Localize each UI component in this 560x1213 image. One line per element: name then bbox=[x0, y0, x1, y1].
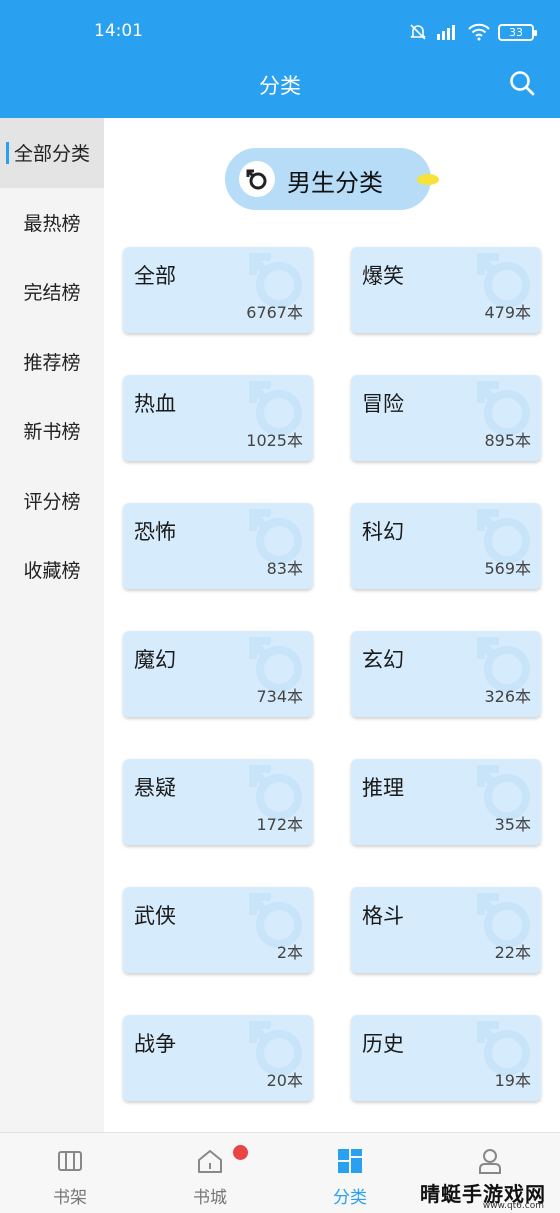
sidebar-item-all-categories[interactable]: 全部分类 bbox=[0, 118, 104, 188]
category-count: 2本 bbox=[276, 943, 303, 962]
tab-bookshelf[interactable]: 书架 bbox=[0, 1133, 140, 1213]
sidebar-item-favorites[interactable]: 收藏榜 bbox=[0, 535, 104, 605]
category-count: 22本 bbox=[494, 943, 531, 962]
category-panel: 男生分类 全部 6767本 爆笑 479本 热血 1025本 冒险 895本 恐… bbox=[104, 118, 560, 1132]
sidebar-item-completed[interactable]: 完结榜 bbox=[0, 257, 104, 327]
category-card[interactable]: 全部 6767本 bbox=[123, 247, 313, 333]
category-name: 科幻 bbox=[362, 520, 404, 544]
nav-label: 书城 bbox=[193, 1188, 227, 1208]
category-name: 格斗 bbox=[362, 904, 404, 928]
tab-category[interactable]: 分类 bbox=[280, 1133, 420, 1213]
gender-label: 男生分类 bbox=[287, 169, 383, 197]
sidebar-item-label: 收藏榜 bbox=[23, 560, 81, 583]
sidebar: 全部分类 最热榜 完结榜 推荐榜 新书榜 评分榜 收藏榜 bbox=[0, 118, 104, 1132]
category-count: 1025本 bbox=[246, 431, 303, 450]
category-name: 热血 bbox=[134, 392, 176, 416]
top-bar: 14:01 33 分类 bbox=[0, 0, 560, 118]
category-count: 83本 bbox=[266, 559, 303, 578]
sidebar-item-label: 新书榜 bbox=[23, 421, 81, 444]
category-count: 479本 bbox=[484, 303, 531, 322]
category-name: 全部 bbox=[134, 264, 176, 288]
category-name: 玄幻 bbox=[362, 648, 404, 672]
category-count: 35本 bbox=[494, 815, 531, 834]
mute-icon bbox=[410, 24, 426, 40]
user-icon bbox=[479, 1149, 501, 1174]
sidebar-item-hottest[interactable]: 最热榜 bbox=[0, 188, 104, 258]
category-card[interactable]: 魔幻 734本 bbox=[123, 631, 313, 717]
page-title: 分类 bbox=[259, 74, 301, 98]
category-count: 20本 bbox=[266, 1071, 303, 1090]
category-card[interactable]: 爆笑 479本 bbox=[351, 247, 541, 333]
sidebar-item-label: 最热榜 bbox=[23, 212, 81, 235]
sidebar-item-new-books[interactable]: 新书榜 bbox=[0, 396, 104, 466]
tab-bookstore[interactable]: 书城 bbox=[140, 1133, 280, 1213]
wifi-icon bbox=[468, 23, 490, 41]
battery-indicator: 33 bbox=[498, 23, 537, 41]
home-icon bbox=[198, 1150, 222, 1173]
category-grid-icon bbox=[338, 1149, 362, 1173]
category-count: 19本 bbox=[494, 1071, 531, 1090]
category-card[interactable]: 武侠 2本 bbox=[123, 887, 313, 973]
sidebar-item-label: 推荐榜 bbox=[23, 351, 81, 374]
category-name: 历史 bbox=[362, 1032, 404, 1056]
sidebar-item-label: 全部分类 bbox=[13, 143, 90, 166]
category-card[interactable]: 冒险 895本 bbox=[351, 375, 541, 461]
category-name: 恐怖 bbox=[134, 520, 176, 544]
category-count: 172本 bbox=[256, 815, 303, 834]
gender-switch-button[interactable]: 男生分类 bbox=[225, 148, 431, 210]
category-card[interactable]: 悬疑 172本 bbox=[123, 759, 313, 845]
category-name: 推理 bbox=[362, 776, 404, 800]
category-card[interactable]: 格斗 22本 bbox=[351, 887, 541, 973]
sidebar-item-rating[interactable]: 评分榜 bbox=[0, 466, 104, 536]
site-watermark-url: www.qt6.com bbox=[482, 1201, 544, 1211]
nav-label: 书架 bbox=[53, 1188, 87, 1208]
male-symbol-icon bbox=[239, 161, 275, 197]
category-card[interactable]: 玄幻 326本 bbox=[351, 631, 541, 717]
category-card[interactable]: 历史 19本 bbox=[351, 1015, 541, 1101]
category-name: 冒险 bbox=[362, 392, 404, 416]
nav-label: 分类 bbox=[333, 1188, 367, 1208]
category-name: 爆笑 bbox=[362, 264, 404, 288]
category-count: 569本 bbox=[484, 559, 531, 578]
category-name: 武侠 bbox=[134, 904, 176, 928]
category-name: 战争 bbox=[134, 1032, 176, 1056]
category-count: 895本 bbox=[484, 431, 531, 450]
category-count: 734本 bbox=[256, 687, 303, 706]
category-card[interactable]: 战争 20本 bbox=[123, 1015, 313, 1101]
category-card[interactable]: 推理 35本 bbox=[351, 759, 541, 845]
category-card[interactable]: 科幻 569本 bbox=[351, 503, 541, 589]
search-icon[interactable] bbox=[508, 69, 536, 97]
sidebar-item-label: 评分榜 bbox=[23, 490, 81, 513]
category-name: 悬疑 bbox=[134, 776, 176, 800]
category-name: 魔幻 bbox=[134, 648, 176, 672]
notification-badge bbox=[233, 1145, 248, 1160]
category-count: 6767本 bbox=[246, 303, 303, 322]
pill-decoration-dot bbox=[417, 174, 439, 185]
category-card[interactable]: 恐怖 83本 bbox=[123, 503, 313, 589]
status-icons: 33 bbox=[408, 22, 537, 42]
sidebar-item-recommended[interactable]: 推荐榜 bbox=[0, 327, 104, 397]
category-count: 326本 bbox=[484, 687, 531, 706]
signal-icon bbox=[437, 25, 455, 40]
status-time: 14:01 bbox=[94, 21, 143, 41]
category-card[interactable]: 热血 1025本 bbox=[123, 375, 313, 461]
bookshelf-icon bbox=[58, 1151, 82, 1171]
sidebar-item-label: 完结榜 bbox=[23, 282, 81, 305]
